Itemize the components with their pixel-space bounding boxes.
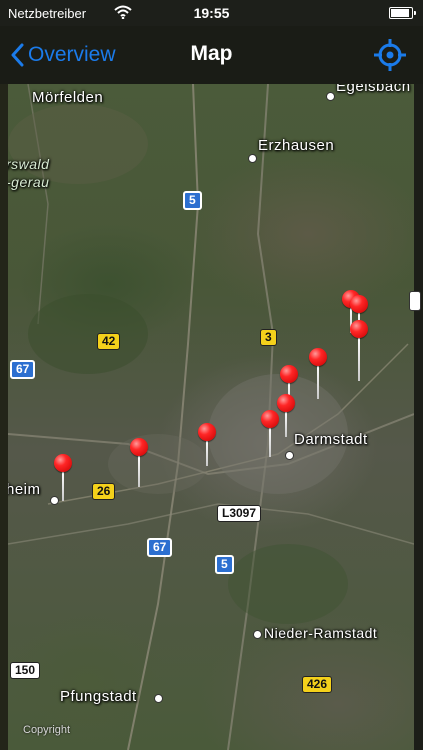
- place-label: Darmstadt: [294, 431, 368, 448]
- page-title: Map: [190, 42, 233, 65]
- map-pin[interactable]: [130, 438, 150, 487]
- map-copyright[interactable]: Copyright: [23, 724, 70, 736]
- map-pin[interactable]: [54, 454, 74, 501]
- road-shield: 42: [97, 333, 121, 350]
- map-pin[interactable]: [309, 348, 329, 399]
- place-label: Mörfelden: [32, 89, 104, 106]
- place-dot: [326, 92, 335, 101]
- place-label: Nieder-Ramstadt: [264, 625, 378, 641]
- offscreen-marker[interactable]: [409, 291, 421, 311]
- map-pin[interactable]: [261, 410, 281, 457]
- place-label: -gerau: [8, 174, 50, 190]
- status-bar: Netzbetreiber 19:55: [0, 0, 423, 26]
- place-dot: [248, 154, 257, 163]
- road-shield: 5: [183, 191, 202, 210]
- map-view[interactable]: Mörfelden Egelsbach Erzhausen rswald -ge…: [8, 84, 414, 750]
- map-left-edge: [0, 84, 8, 750]
- road-shield: 3: [260, 329, 277, 346]
- road-shield: 26: [92, 483, 116, 500]
- place-label: Egelsbach: [336, 84, 411, 95]
- road-shield: 67: [147, 538, 173, 557]
- map-terrain: [8, 84, 414, 750]
- place-dot: [154, 694, 163, 703]
- crosshair-icon[interactable]: [373, 38, 407, 72]
- road-shield: 426: [302, 676, 333, 693]
- place-label: Pfungstadt: [60, 688, 137, 705]
- place-label: Erzhausen: [258, 137, 335, 154]
- place-label: heim: [8, 481, 41, 498]
- road-shield: 67: [10, 360, 36, 379]
- map-pin[interactable]: [350, 320, 370, 381]
- navigation-bar: Overview Map: [0, 26, 423, 84]
- map-right-edge: [414, 84, 423, 750]
- clock: 19:55: [193, 5, 230, 21]
- road-shield: 150: [10, 662, 41, 679]
- map-pin[interactable]: [198, 423, 218, 467]
- battery-icon: [389, 7, 416, 19]
- place-dot: [253, 630, 262, 639]
- place-label: rswald: [8, 156, 50, 172]
- road-shield: L3097: [217, 505, 262, 522]
- road-shield: 5: [215, 555, 234, 574]
- place-dot: [285, 451, 294, 460]
